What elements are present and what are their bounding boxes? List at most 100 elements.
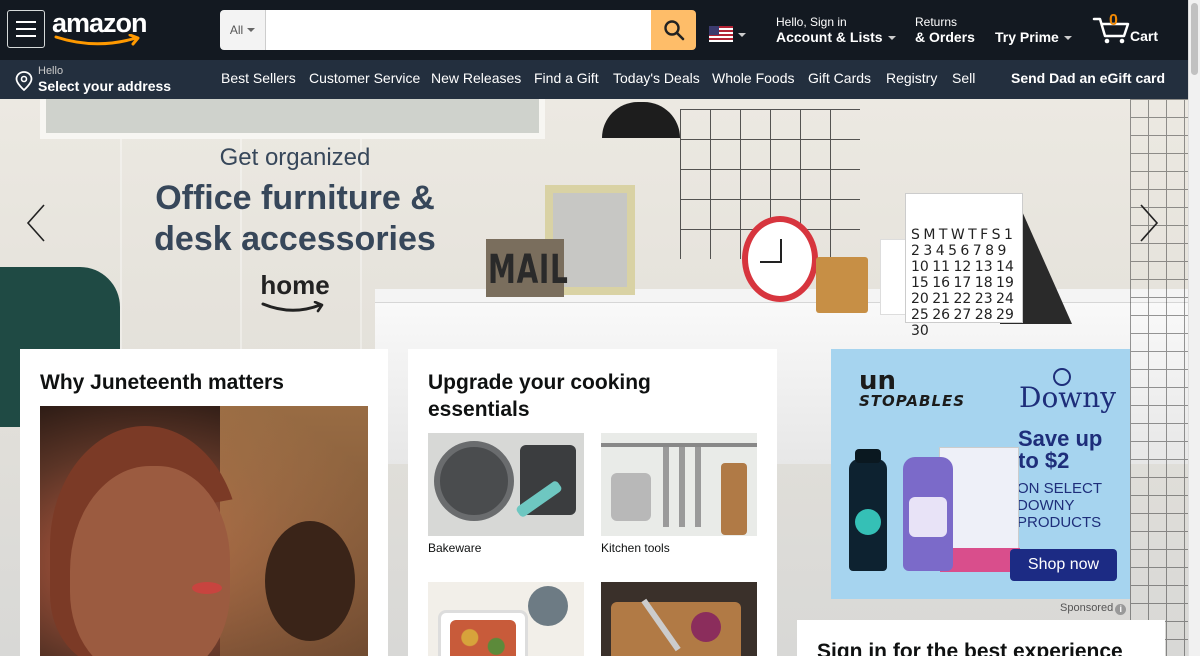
tile-cutlery[interactable] xyxy=(601,582,757,656)
tile-caption: Kitchen tools xyxy=(601,541,670,555)
hero-calendar-days: S M T W T F S 1 2 3 4 5 6 7 8 9 10 11 12… xyxy=(911,227,1014,339)
kitchen-utensil xyxy=(663,447,669,527)
search-button[interactable] xyxy=(651,10,696,50)
photo-lips xyxy=(192,582,222,594)
try-prime-link[interactable]: Try Prime xyxy=(995,29,1072,45)
kitchen-pot xyxy=(611,473,651,521)
hero-clock-hand xyxy=(780,239,782,263)
nav-link-new-releases[interactable]: New Releases xyxy=(431,70,521,86)
nav-link-find-a-gift[interactable]: Find a Gift xyxy=(534,70,599,86)
smile-icon xyxy=(54,34,140,46)
cookware-bowl xyxy=(528,586,568,626)
cart-count: 0 xyxy=(1109,12,1118,29)
nav-link-sell[interactable]: Sell xyxy=(952,70,975,86)
returns-label: Returns xyxy=(915,15,958,29)
cutlery-vegetable xyxy=(691,612,721,642)
ad-brand-downy: Downy xyxy=(1019,381,1117,414)
tile-bakeware[interactable]: Bakeware xyxy=(428,433,584,555)
returns-orders-link[interactable]: Returns & Orders xyxy=(915,15,975,45)
kitchen-utensil xyxy=(695,447,701,527)
nav-link-todays-deals[interactable]: Today's Deals xyxy=(613,70,700,86)
address-greeting: Hello xyxy=(38,65,64,77)
card-title: Upgrade your cooking essentials xyxy=(428,371,651,421)
scrollbar-thumb[interactable] xyxy=(1191,3,1198,75)
cookware-image xyxy=(428,582,584,656)
location-pin-icon xyxy=(15,71,33,91)
tile-cookware[interactable] xyxy=(428,582,584,656)
caret-down-icon xyxy=(1063,36,1072,41)
ad-subline: ON SELECT DOWNY PRODUCTS xyxy=(1017,480,1102,531)
search-bar: All xyxy=(220,10,696,50)
hero-subtitle: Get organized xyxy=(219,144,371,171)
ad-product-bottle xyxy=(903,457,953,571)
hero-clock-hand xyxy=(760,261,782,263)
hero-copy: Get organized Office furniture & desk ac… xyxy=(150,144,440,315)
carousel-prev-icon[interactable] xyxy=(24,203,48,243)
hero-window xyxy=(40,99,545,139)
photo-face xyxy=(70,466,230,656)
card-cooking: Upgrade your cooking essentials Bakeware… xyxy=(408,349,777,656)
ad-brand1-sub: STOPABLES xyxy=(859,392,966,410)
kitchen-cutting-board xyxy=(721,463,747,535)
amazon-smile-icon xyxy=(261,301,324,313)
info-icon: i xyxy=(1115,604,1127,615)
search-category-label: All xyxy=(229,23,244,37)
juneteenth-photo[interactable] xyxy=(40,406,368,656)
nav-link-gift-cards[interactable]: Gift Cards xyxy=(808,70,871,86)
account-greeting: Hello, Sign in xyxy=(776,15,847,29)
tile-kitchen-tools[interactable]: Kitchen tools xyxy=(601,433,757,555)
signin-title: Sign in for the best experience xyxy=(817,640,1123,656)
nav-link-best-sellers[interactable]: Best Sellers xyxy=(221,70,296,86)
ad-headline: Save up to $2 xyxy=(1018,426,1103,473)
card-signin: Sign in for the best experience xyxy=(797,620,1165,656)
hero-mail-sign: MAIL xyxy=(488,247,569,293)
sponsored-text: Sponsored xyxy=(1060,602,1114,614)
kitchen-tools-image xyxy=(601,433,757,536)
ad-brand-unstopables: un STOPABLES xyxy=(859,368,966,411)
product-bottle-label xyxy=(909,497,947,537)
search-icon xyxy=(663,20,684,41)
hero-title: Office furniture & desk accessories xyxy=(154,179,436,258)
cutlery-image xyxy=(601,582,757,656)
bakeware-image xyxy=(428,433,584,536)
account-lists-link[interactable]: Hello, Sign in Account & Lists xyxy=(776,15,896,45)
page-scrollbar[interactable] xyxy=(1188,0,1200,656)
caret-down-icon xyxy=(887,36,896,41)
hero-brand: home xyxy=(260,270,330,300)
caret-down-icon xyxy=(247,28,256,32)
bakeware-pan xyxy=(434,441,514,521)
sponsored-ad-downy[interactable]: un STOPABLES Downy Save up to $2 ON SELE… xyxy=(831,349,1130,599)
card-title: Why Juneteenth matters xyxy=(40,371,284,394)
carousel-next-icon[interactable] xyxy=(1137,203,1161,243)
kitchen-utensil xyxy=(679,447,685,527)
top-nav: amazon All Hello, Sign in Account & List… xyxy=(0,0,1200,60)
amazon-logo[interactable]: amazon xyxy=(52,8,152,48)
cart-link[interactable]: 0 Cart xyxy=(1092,10,1172,50)
address-label: Select your address xyxy=(38,78,172,94)
sub-nav: Hello Select your address Best Sellers C… xyxy=(0,60,1200,99)
cart-label: Cart xyxy=(1130,28,1159,44)
language-caret-icon[interactable] xyxy=(738,33,746,37)
tile-caption: Bakeware xyxy=(428,541,482,555)
cookware-food xyxy=(450,620,516,656)
ad-product-beads xyxy=(849,449,887,571)
search-category-dropdown[interactable]: All xyxy=(220,10,266,50)
nav-promo-egift[interactable]: Send Dad an eGift card xyxy=(1011,70,1165,86)
photo-person-background xyxy=(265,521,355,641)
prime-label: Try Prime xyxy=(995,29,1059,45)
menu-hamburger-icon[interactable] xyxy=(7,10,45,48)
us-flag-icon[interactable] xyxy=(709,26,733,42)
search-input[interactable] xyxy=(266,10,651,50)
account-label: Account & Lists xyxy=(776,29,883,45)
orders-label: & Orders xyxy=(915,29,975,45)
hero-pencil-cup xyxy=(816,257,868,313)
sponsored-label[interactable]: Sponsored i xyxy=(1060,602,1127,615)
product-cap xyxy=(855,449,881,463)
nav-link-customer-service[interactable]: Customer Service xyxy=(309,70,420,86)
hero-wall-shelf xyxy=(1130,99,1188,656)
card-juneteenth: Why Juneteenth matters xyxy=(20,349,388,656)
nav-link-whole-foods[interactable]: Whole Foods xyxy=(712,70,794,86)
ad-shop-now-button[interactable]: Shop now xyxy=(1010,549,1117,581)
nav-link-registry[interactable]: Registry xyxy=(886,70,937,86)
hero-lamp xyxy=(602,102,680,138)
